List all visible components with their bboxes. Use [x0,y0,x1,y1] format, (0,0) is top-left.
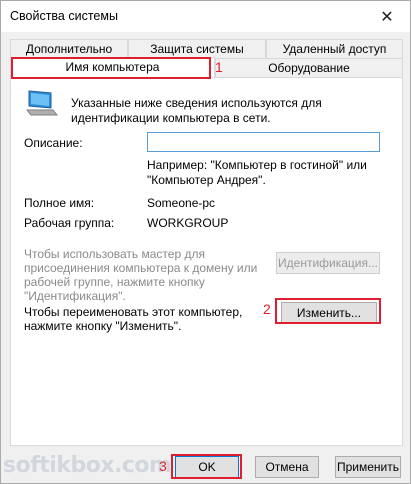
change-button[interactable]: Изменить... [281,302,377,324]
window-title: Свойства системы [10,9,118,23]
ok-button[interactable]: OK [175,456,239,478]
tab-advanced[interactable]: Дополнительно [10,39,128,59]
tab-system-protection[interactable]: Защита системы [128,39,266,59]
info-text-line1: Указанные ниже сведения используются для [71,96,322,110]
identification-button[interactable]: Идентификация... [276,252,380,274]
full-name-label: Полное имя: [24,196,95,210]
rename-text-line2: нажмите кнопку "Изменить". [24,319,182,333]
full-name-value: Someone-pc [147,196,216,210]
cancel-button[interactable]: Отмена [255,456,319,478]
example-text-line2: "Компьютер Андрея". [147,173,266,187]
wizard-text-line2: присоединения компьютера к домену или [24,261,258,275]
workgroup-value: WORKGROUP [147,216,229,230]
apply-button[interactable]: Применить [335,456,401,478]
close-button[interactable]: ✕ [364,1,410,32]
annotation-marker-3: 3 [159,458,167,474]
description-label: Описание: [24,136,83,150]
wizard-text-line4: "Идентификация". [24,289,126,303]
rename-text-line1: Чтобы переименовать этот компьютер, [24,305,243,319]
tab-remote[interactable]: Удаленный доступ [266,39,403,59]
wizard-text-line3: рабочей группе, нажмите кнопку [24,275,205,289]
annotation-marker-1: 1 [215,59,223,75]
title-bar: Свойства системы ✕ [1,1,410,32]
workgroup-label: Рабочая группа: [24,216,115,230]
tab-computer-name[interactable]: Имя компьютера [10,57,215,79]
close-icon: ✕ [380,8,394,26]
example-text-line1: Например: "Компьютер в гостиной" или [147,158,367,172]
watermark: softikbox.com [3,447,172,483]
watermark-text: softikbox.com [3,452,172,478]
computer-icon [25,90,59,116]
wizard-text-line1: Чтобы использовать мастер для [24,247,205,261]
tab-hardware[interactable]: Оборудование [215,58,403,78]
description-input[interactable] [147,132,380,152]
annotation-marker-2: 2 [263,301,271,317]
system-properties-dialog: Свойства системы ✕ Дополнительно Защита … [0,0,411,484]
info-text-line2: идентификации компьютера в сети. [71,111,271,125]
